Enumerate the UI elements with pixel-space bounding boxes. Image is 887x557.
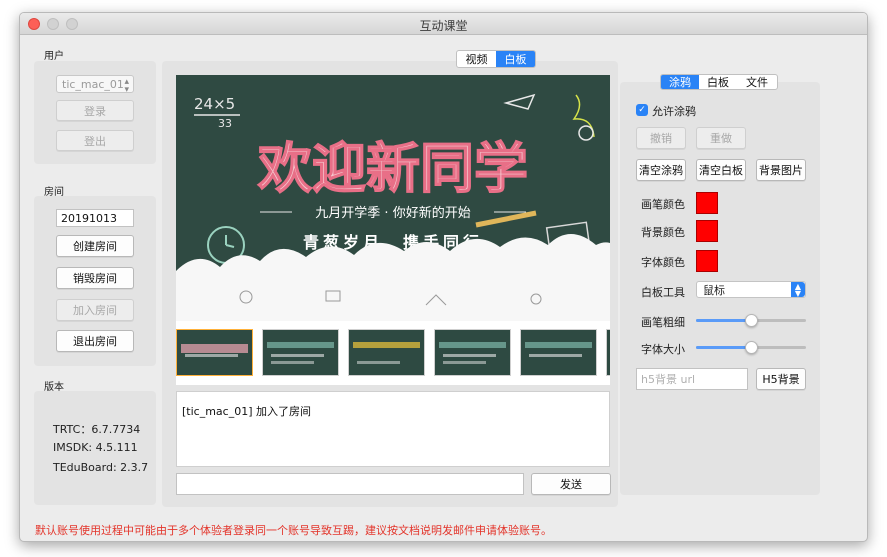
quit-room-button[interactable]: 退出房间: [56, 330, 134, 352]
allow-doodle-checkbox[interactable]: ✓: [636, 104, 648, 116]
login-button[interactable]: 登录: [56, 100, 134, 121]
join-room-button[interactable]: 加入房间: [56, 299, 134, 321]
account-select-value: tic_mac_01: [62, 77, 124, 91]
slide-thumbnail[interactable]: [434, 329, 511, 376]
allow-doodle-label: 允许涂鸦: [652, 105, 696, 118]
pen-color-label: 画笔颜色: [641, 198, 685, 211]
slide-thumbnail[interactable]: [348, 329, 425, 376]
app-window: 互动课堂 用户 tic_mac_01 ▴ ▾ 登录 登出 房间 20191013 …: [19, 12, 868, 542]
main-tab-bar: 视频 白板: [456, 50, 536, 68]
math-result-doodle: 33: [218, 117, 232, 130]
font-size-knob[interactable]: [745, 341, 758, 354]
slide-thumbnail-strip: [176, 321, 610, 385]
pen-color-swatch[interactable]: [696, 192, 718, 214]
font-size-slider[interactable]: [696, 341, 806, 354]
redo-button[interactable]: 重做: [696, 127, 746, 149]
clear-doodle-button[interactable]: 清空涂鸦: [636, 159, 686, 181]
board-tool-select[interactable]: 鼠标 ▲ ▼: [696, 281, 806, 298]
tab-board[interactable]: 白板: [496, 51, 535, 67]
window-title: 互动课堂: [419, 19, 468, 33]
clear-board-button[interactable]: 清空白板: [696, 159, 746, 181]
pen-width-knob[interactable]: [745, 314, 758, 327]
room-id-input[interactable]: 20191013: [56, 209, 134, 227]
user-group-label: 用户: [44, 51, 64, 62]
slide-subtitle: 九月开学季 · 你好新的开始: [315, 205, 470, 221]
account-notice: 默认账号使用过程中可能由于多个体验者登录同一个账号导致互踢，建议按文档说明发邮件…: [35, 524, 552, 537]
font-size-fill: [696, 346, 751, 349]
font-color-swatch[interactable]: [696, 250, 718, 272]
whiteboard-canvas[interactable]: 24×5 33 欢迎新同学 九月开学季 · 你好新的开始 青葱岁月，携手同行: [176, 75, 610, 321]
title-bar: 互动课堂: [20, 13, 867, 35]
font-color-label: 字体颜色: [641, 256, 685, 269]
slide-thumbnail[interactable]: [176, 329, 253, 376]
slide-thumbnail[interactable]: [520, 329, 597, 376]
right-tab-bar: 涂鸦 白板 文件: [660, 74, 778, 90]
pen-width-label: 画笔粗细: [641, 316, 685, 329]
slide-main-title: 欢迎新同学: [257, 137, 528, 200]
h5-url-input[interactable]: h5背景 url: [636, 368, 748, 390]
log-line: [tic_mac_01] 加入了房间: [182, 405, 311, 418]
trtc-version: TRTC：6.7.7734: [53, 423, 141, 436]
account-select[interactable]: tic_mac_01 ▴ ▾: [56, 75, 134, 95]
create-room-button[interactable]: 创建房间: [56, 235, 134, 257]
destroy-room-button[interactable]: 销毁房间: [56, 267, 134, 289]
message-log: [tic_mac_01] 加入了房间: [176, 391, 610, 467]
teduboard-version: TEduBoard: 2.3.7: [53, 461, 149, 474]
pen-width-slider[interactable]: [696, 314, 806, 327]
background-color-label: 背景颜色: [641, 226, 685, 239]
background-image-button[interactable]: 背景图片: [756, 159, 806, 181]
undo-button[interactable]: 撤销: [636, 127, 686, 149]
chat-input[interactable]: [176, 473, 524, 495]
imsdk-version: IMSDK: 4.5.111: [53, 441, 138, 454]
tab-video[interactable]: 视频: [457, 51, 496, 67]
select-stepper-icon: ▲ ▼: [791, 282, 805, 297]
up-down-chevron-icon: ▴ ▾: [124, 77, 129, 95]
board-tool-value: 鼠标: [703, 283, 725, 297]
tab-file[interactable]: 文件: [737, 75, 777, 89]
math-doodle: 24×5: [194, 95, 235, 113]
slide-thumbnail[interactable]: [262, 329, 339, 376]
font-size-label: 字体大小: [641, 343, 685, 356]
board-tool-label: 白板工具: [641, 286, 685, 299]
tab-whiteboard[interactable]: 白板: [699, 75, 737, 89]
slide-thumbnail[interactable]: [606, 329, 610, 376]
logout-button[interactable]: 登出: [56, 130, 134, 151]
tab-doodle[interactable]: 涂鸦: [661, 75, 699, 89]
welcome-slide: 24×5 33 欢迎新同学 九月开学季 · 你好新的开始 青葱岁月，携手同行: [176, 75, 610, 321]
background-color-swatch[interactable]: [696, 220, 718, 242]
h5-background-button[interactable]: H5背景: [756, 368, 806, 390]
send-button[interactable]: 发送: [531, 473, 611, 495]
pen-width-fill: [696, 319, 751, 322]
